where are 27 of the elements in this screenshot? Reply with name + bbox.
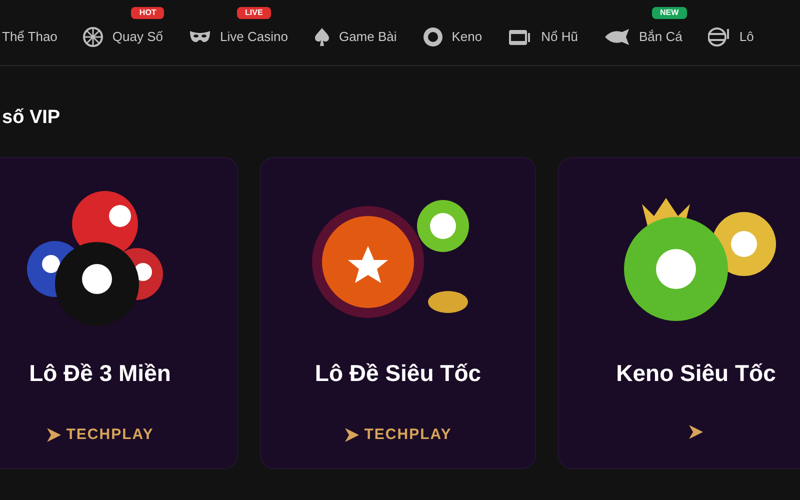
game-title: Lô Đề 3 Miền bbox=[29, 358, 171, 388]
nav-item[interactable]: Nổ Hũ bbox=[508, 26, 578, 46]
nav-item[interactable]: Keno bbox=[422, 26, 482, 46]
wheel-icon bbox=[83, 26, 104, 46]
nav-item[interactable]: Quay Số bbox=[83, 26, 164, 46]
provider-logo-icon bbox=[688, 424, 704, 440]
provider-name: TECHPLAY bbox=[66, 425, 154, 445]
fish-icon bbox=[604, 26, 630, 46]
provider-logo-icon bbox=[46, 427, 62, 444]
provider-logo-icon bbox=[344, 427, 360, 444]
section-title: số VIP bbox=[1, 106, 62, 130]
nav-badge: NEW bbox=[652, 6, 687, 18]
provider-name: TECHPLAY bbox=[364, 425, 452, 445]
nav-item[interactable]: Lô bbox=[708, 26, 754, 46]
nav-item[interactable]: Bắn Cá bbox=[604, 26, 682, 46]
spade-icon bbox=[314, 26, 330, 46]
game-card[interactable]: Lô Đề Siêu Tốc TECHPLAY bbox=[260, 156, 536, 468]
nav-item[interactable]: Live Casino bbox=[189, 26, 288, 46]
game-card[interactable]: Lô Đề 3 Miền TECHPLAY bbox=[0, 156, 238, 468]
mask-icon bbox=[189, 28, 212, 44]
nav-badge: HOT bbox=[131, 6, 164, 18]
game-title: Keno Siêu Tốc bbox=[616, 358, 776, 388]
nav-item[interactable]: Game Bài bbox=[314, 26, 397, 46]
game-card[interactable]: Keno Siêu Tốc bbox=[558, 156, 800, 468]
nav-item[interactable]: Thể Thao bbox=[2, 26, 58, 46]
game-title: Lô Đề Siêu Tốc bbox=[314, 358, 482, 388]
nav-badge: LIVE bbox=[237, 6, 271, 19]
